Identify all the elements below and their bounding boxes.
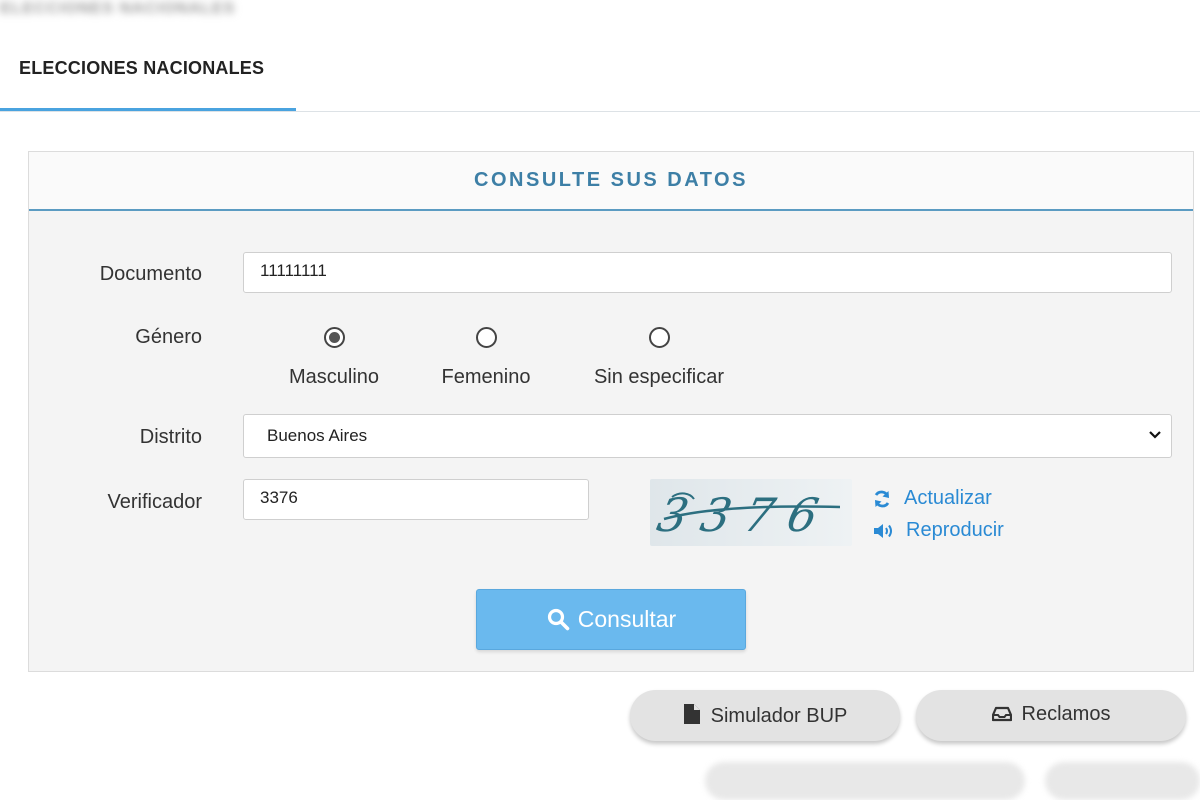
tab-bar: ELECCIONES NACIONALES [0,30,1200,112]
genero-label: Género [135,326,202,348]
tab-elecciones-nacionales[interactable]: ELECCIONES NACIONALES [0,30,296,111]
documento-value: 11111111 [260,261,327,280]
consult-panel: CONSULTE SUS DATOS Documento 11111111 Gé… [28,151,1194,672]
verificador-label: Verificador [107,491,203,513]
documento-input[interactable]: 11111111 [243,252,1172,293]
volume-icon [874,523,892,538]
actualizar-label: Actualizar [904,487,992,509]
captcha-image: 3376 [650,479,852,546]
simulador-bup-label: Simulador BUP [710,705,848,727]
refresh-icon [874,490,890,508]
radio-femenino-label: Femenino [441,366,531,388]
consultar-label: Consultar [577,606,677,632]
distrito-select[interactable]: Buenos Aires [243,414,1172,458]
radio-masculino-label: Masculino [288,366,380,388]
actualizar-link[interactable]: Actualizar [872,487,992,510]
radio-sin-especificar-label: Sin especificar [593,366,725,388]
file-icon [683,704,700,724]
blurred-button [1045,762,1200,800]
reclamos-label: Reclamos [1021,703,1111,725]
radio-masculino[interactable]: Masculino [274,327,394,389]
inbox-icon [991,706,1012,722]
reclamos-button[interactable]: Reclamos [916,690,1186,741]
panel-title: CONSULTE SUS DATOS [474,169,748,191]
chevron-down-icon [1149,431,1161,439]
radio-sin-especificar-circle[interactable] [648,327,670,348]
verificador-input[interactable]: 3376 [243,479,589,520]
verificador-value: 3376 [260,488,298,507]
radio-femenino-circle[interactable] [475,327,497,348]
documento-label: Documento [99,263,202,285]
reproducir-link[interactable]: Reproducir [872,519,1004,542]
simulador-bup-button[interactable]: Simulador BUP [630,690,900,741]
tab-label: ELECCIONES NACIONALES [19,58,265,78]
search-icon [547,608,570,631]
distrito-value: Buenos Aires [267,426,368,445]
radio-masculino-circle[interactable] [323,327,345,348]
reproducir-label: Reproducir [906,519,1004,541]
blurred-button [705,762,1025,800]
consultar-button[interactable]: Consultar [476,589,746,650]
radio-femenino[interactable]: Femenino [426,327,546,389]
panel-header: CONSULTE SUS DATOS [29,152,1193,211]
blurred-header-text: ELECCIONES NACIONALES [0,0,236,17]
distrito-label: Distrito [139,426,202,448]
radio-sin-especificar[interactable]: Sin especificar [579,327,739,389]
